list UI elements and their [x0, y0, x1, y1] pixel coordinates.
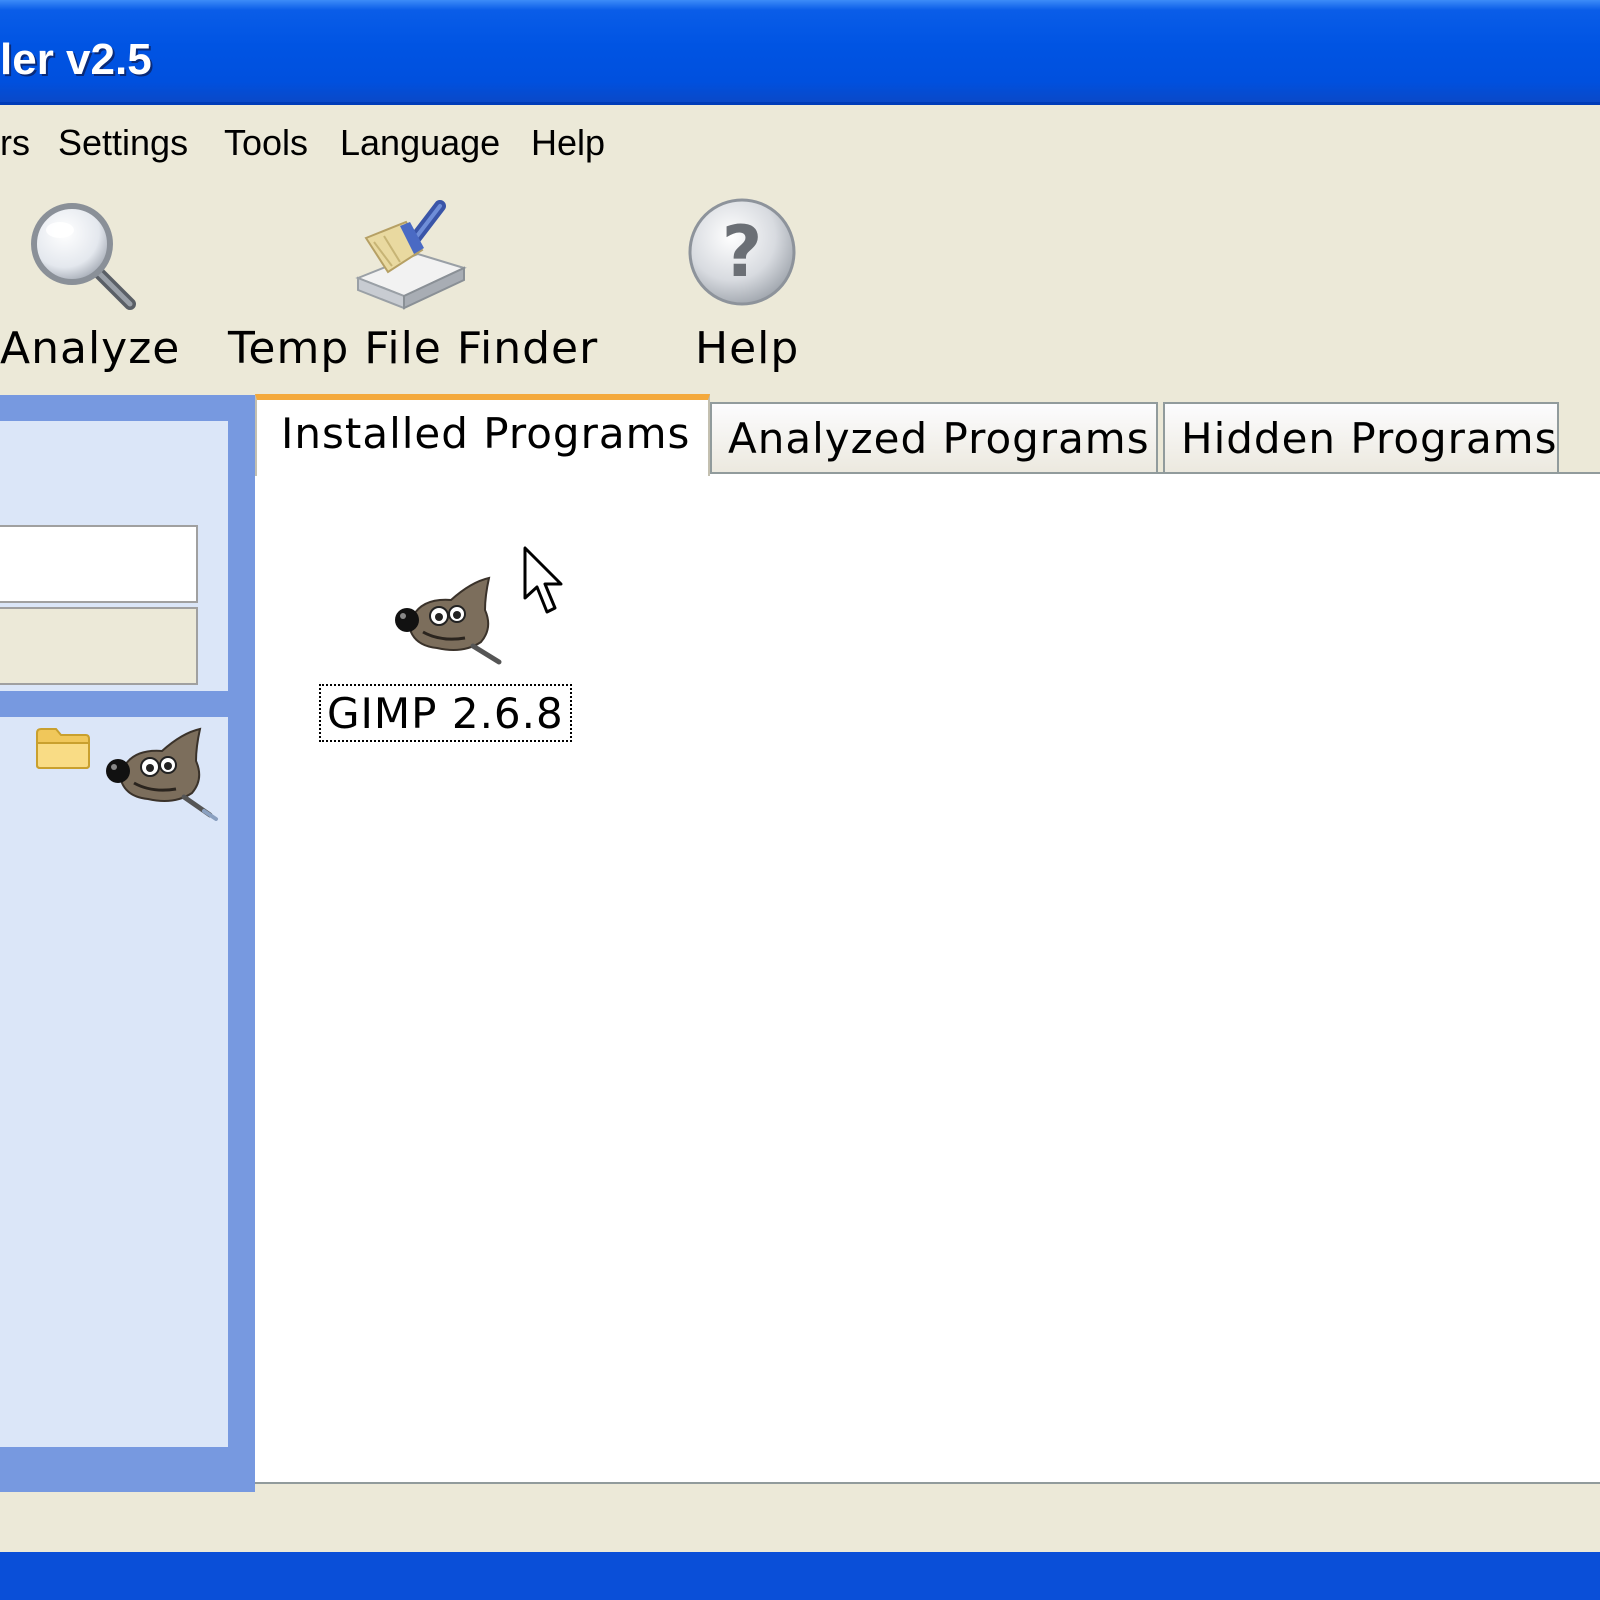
svg-text:?: ?: [722, 211, 763, 293]
menu-item-help[interactable]: Help: [531, 121, 605, 165]
folder-icon: [36, 728, 90, 769]
programs-tab-panel: GIMP 2.6.8 Installed Programs Analyzed P…: [255, 394, 1600, 1485]
left-panel-search-input[interactable]: [0, 525, 198, 603]
menu-item-language[interactable]: Language: [340, 121, 500, 165]
left-panel-top-box: [0, 421, 228, 691]
menu-bar: rs Settings Tools Language Help: [0, 105, 1600, 181]
installed-programs-pane: GIMP 2.6.8: [255, 472, 1600, 1484]
window-title: ler v2.5: [0, 35, 152, 84]
title-bar: ler v2.5: [0, 0, 1600, 105]
menu-item-users[interactable]: rs: [0, 121, 30, 165]
mouse-cursor-icon: [523, 546, 563, 614]
tab-hidden-programs[interactable]: Hidden Programs: [1163, 402, 1559, 472]
temp-file-finder-label: Temp File Finder: [228, 323, 599, 374]
magnifier-icon: [31, 203, 136, 310]
gimp-wilber-icon: [395, 576, 502, 665]
status-bar: [0, 1492, 1600, 1552]
left-panel-details-box: [0, 717, 228, 1447]
gimp-wilber-icon: [106, 727, 218, 821]
broom-icon: [355, 200, 467, 310]
help-label: Help: [695, 323, 800, 374]
window-bottom-frame: [0, 1552, 1600, 1600]
tab-installed-programs[interactable]: Installed Programs: [255, 394, 710, 476]
menu-item-settings[interactable]: Settings: [58, 121, 188, 165]
question-icon: ?: [688, 198, 796, 306]
toolbar: Analyze Temp File Finder ? Help: [0, 182, 1600, 392]
tab-analyzed-programs[interactable]: Analyzed Programs: [710, 402, 1158, 472]
analyze-label: Analyze: [0, 323, 181, 374]
left-panel: [0, 395, 255, 1492]
program-name-label: GIMP 2.6.8: [319, 684, 572, 742]
left-panel-button[interactable]: [0, 607, 198, 685]
menu-item-tools[interactable]: Tools: [224, 121, 308, 165]
